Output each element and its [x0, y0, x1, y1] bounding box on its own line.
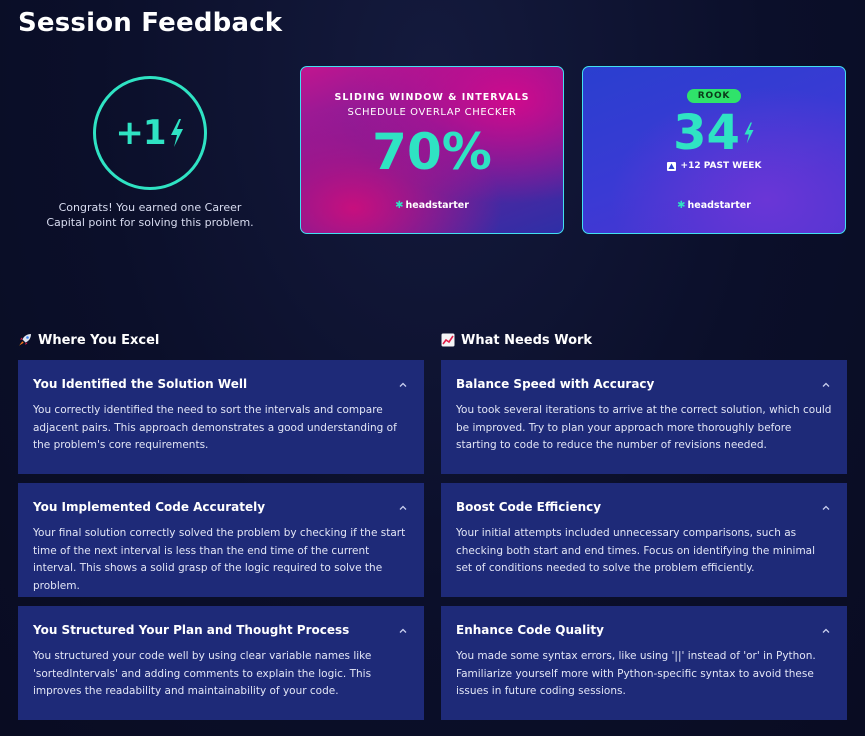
feedback-card[interactable]: Balance Speed with Accuracy You took sev… — [441, 360, 847, 474]
feedback-body: Your final solution correctly solved the… — [33, 527, 406, 592]
rank-value: 34 — [673, 105, 740, 161]
rank-change: +12 PAST WEEK — [583, 161, 845, 171]
feedback-title: Enhance Code Quality — [456, 623, 604, 637]
feedback-title: You Implemented Code Accurately — [33, 500, 266, 514]
feedback-title: Balance Speed with Accuracy — [456, 377, 655, 391]
chevron-up-icon[interactable] — [398, 380, 408, 390]
career-capital-panel: +1 Congrats! You earned one Career Capit… — [40, 70, 260, 240]
feedback-card[interactable]: You Identified the Solution Well You cor… — [18, 360, 424, 474]
feedback-card[interactable]: Enhance Code Quality You made some synta… — [441, 606, 847, 720]
chevron-up-icon[interactable] — [398, 626, 408, 636]
problem-category: SLIDING WINDOW & INTERVALS — [334, 92, 530, 103]
work-heading-text: What Needs Work — [461, 332, 593, 348]
feedback-card[interactable]: You Implemented Code Accurately Your fin… — [18, 483, 424, 597]
chevron-up-icon[interactable] — [821, 626, 831, 636]
feedback-card[interactable]: Boost Code Efficiency Your initial attem… — [441, 483, 847, 597]
lightning-icon — [744, 122, 754, 144]
excel-heading-text: Where You Excel — [38, 332, 160, 348]
problem-name: SCHEDULE OVERLAP CHECKER — [347, 107, 517, 118]
feedback-body: You structured your code well by using c… — [33, 650, 372, 697]
chart-increasing-icon — [441, 333, 455, 347]
up-arrow-icon — [666, 161, 676, 171]
career-capital-points: +1 — [115, 113, 166, 153]
rank-value-row: 34 — [583, 105, 845, 161]
career-capital-ring: +1 — [93, 76, 207, 190]
excel-heading: Where You Excel — [18, 330, 424, 350]
feedback-body: You correctly identified the need to sor… — [33, 404, 397, 451]
headstarter-star-icon: ✱ — [395, 200, 404, 211]
feedback-card[interactable]: You Structured Your Plan and Thought Pro… — [18, 606, 424, 720]
chevron-up-icon[interactable] — [821, 380, 831, 390]
chevron-up-icon[interactable] — [821, 503, 831, 513]
rank-card[interactable]: ROOK 34 +12 PAST WEEK ✱ headstarter — [582, 66, 846, 234]
feedback-title: You Structured Your Plan and Thought Pro… — [33, 623, 350, 637]
feedback-title: Boost Code Efficiency — [456, 500, 602, 514]
feedback-body: Your initial attempts included unnecessa… — [456, 527, 816, 574]
headstarter-wordmark: headstarter — [405, 200, 469, 211]
lightning-icon — [170, 119, 183, 147]
headstarter-logo: ✱ headstarter — [301, 200, 563, 211]
page-title: Session Feedback — [18, 8, 283, 38]
rocket-icon — [19, 334, 31, 346]
work-heading: What Needs Work — [441, 330, 847, 350]
headstarter-logo: ✱ headstarter — [583, 200, 845, 211]
chevron-up-icon[interactable] — [398, 503, 408, 513]
career-capital-message: Congrats! You earned one Career Capital … — [46, 201, 254, 229]
rank-badge: ROOK — [686, 89, 742, 103]
feedback-body: You took several iterations to arrive at… — [456, 404, 832, 451]
feedback-title: You Identified the Solution Well — [33, 377, 248, 391]
score-value: 70% — [372, 123, 492, 181]
headstarter-star-icon: ✱ — [677, 200, 686, 211]
rank-change-text: +12 PAST WEEK — [680, 161, 762, 171]
headstarter-wordmark: headstarter — [687, 200, 751, 211]
excel-section: Where You Excel You Identified the Solut… — [18, 330, 424, 729]
feedback-body: You made some syntax errors, like using … — [456, 650, 816, 697]
score-card[interactable]: SLIDING WINDOW & INTERVALS SCHEDULE OVER… — [300, 66, 564, 234]
work-section: What Needs Work Balance Speed with Accur… — [441, 330, 847, 729]
